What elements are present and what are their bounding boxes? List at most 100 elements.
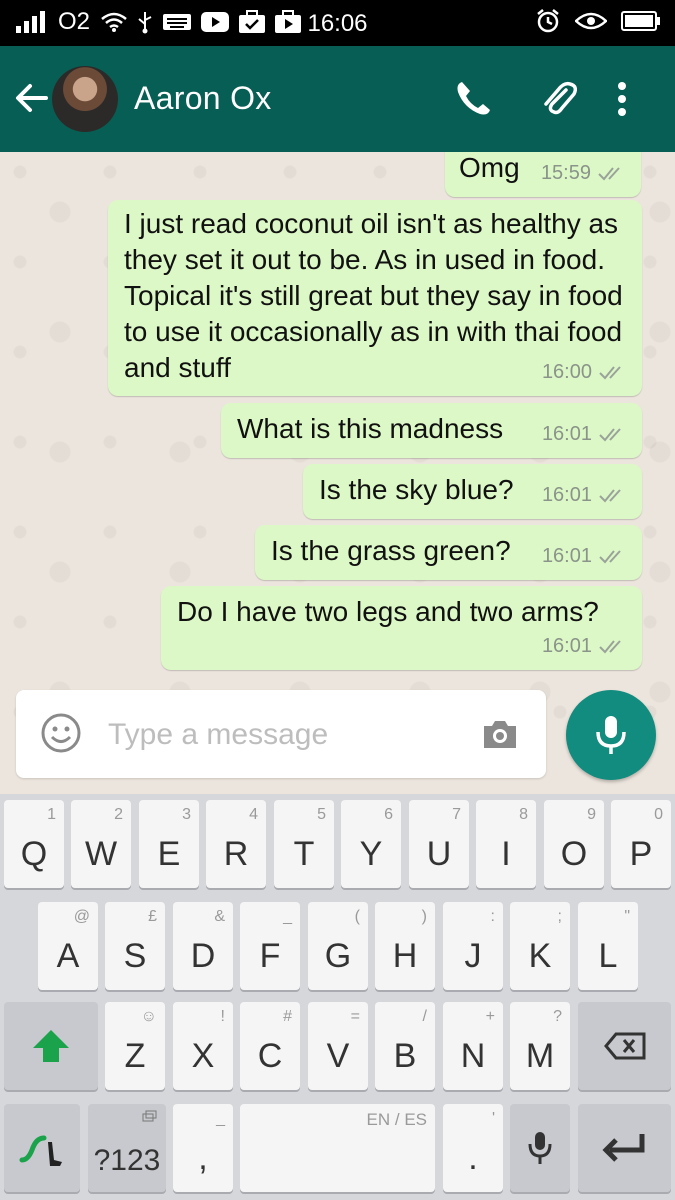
double-check-icon bbox=[599, 366, 621, 380]
message-meta: 16:01 bbox=[542, 416, 628, 452]
key-r[interactable]: 4R bbox=[206, 800, 266, 888]
key-sup: / bbox=[422, 1008, 427, 1025]
key-f[interactable]: _ F bbox=[240, 902, 300, 990]
battery-icon bbox=[621, 11, 660, 31]
key-label: , bbox=[198, 1139, 208, 1177]
message-text: Omg bbox=[459, 152, 520, 183]
key-label: D bbox=[190, 937, 216, 975]
key-v[interactable]: = V bbox=[308, 1002, 368, 1090]
key-sup: & bbox=[214, 908, 225, 925]
key-label: F bbox=[259, 937, 281, 975]
key-sup: 1 bbox=[47, 806, 56, 823]
key-label: L bbox=[598, 937, 618, 975]
key-l[interactable]: " L bbox=[578, 902, 638, 990]
backspace-key[interactable] bbox=[578, 1002, 671, 1090]
mic-icon bbox=[528, 1132, 552, 1164]
message-bubble[interactable]: What is this madness 16:01 bbox=[221, 403, 642, 458]
key-sup: 0 bbox=[654, 806, 663, 823]
period-key[interactable]: '. bbox=[443, 1104, 503, 1192]
double-check-icon bbox=[599, 489, 621, 503]
back-arrow-icon[interactable] bbox=[14, 80, 50, 116]
key-q[interactable]: 1Q bbox=[4, 800, 64, 888]
key-label: M bbox=[525, 1037, 555, 1075]
key-sup: " bbox=[624, 908, 630, 925]
key-label: J bbox=[464, 937, 482, 975]
double-check-icon bbox=[599, 640, 621, 654]
swype-key[interactable] bbox=[4, 1104, 80, 1192]
contact-name[interactable]: Aaron Ox bbox=[134, 80, 272, 117]
double-check-icon bbox=[599, 550, 621, 564]
key-g[interactable]: (G bbox=[308, 902, 368, 990]
keyboard: 1Q 2W 3E 4R 5T 6Y 7U 8I 9O 0P @ A £ S & D _… bbox=[0, 794, 675, 1200]
key-sup: 4 bbox=[249, 806, 258, 823]
mic-button[interactable] bbox=[566, 690, 656, 780]
key-sup: ? bbox=[553, 1008, 562, 1025]
key-t[interactable]: 5T bbox=[274, 800, 334, 888]
key-label: Y bbox=[359, 835, 383, 873]
attach-icon[interactable] bbox=[538, 78, 580, 120]
message-time: 15:59 bbox=[540, 162, 591, 184]
message-time: 16:01 bbox=[541, 484, 592, 506]
key-e[interactable]: 3E bbox=[139, 800, 199, 888]
key-z[interactable]: ☺ Z bbox=[105, 1002, 165, 1090]
key-a[interactable]: @ A bbox=[38, 902, 98, 990]
message-meta: 16:00 bbox=[542, 354, 628, 390]
message-text: What is this madness bbox=[237, 413, 504, 444]
key-u[interactable]: 7U bbox=[409, 800, 469, 888]
key-label: R bbox=[223, 835, 249, 873]
key-sup: 9 bbox=[587, 806, 596, 823]
message-bubble[interactable]: Is the grass green? 16:01 bbox=[255, 525, 642, 580]
symbols-key[interactable]: ?123 bbox=[88, 1104, 166, 1192]
double-check-icon bbox=[599, 428, 621, 442]
message-bubble[interactable]: Omg 15:59 bbox=[445, 152, 641, 197]
key-d[interactable]: & D bbox=[173, 902, 233, 990]
more-vert-icon[interactable] bbox=[612, 78, 632, 120]
enter-key[interactable] bbox=[578, 1104, 671, 1192]
camera-icon[interactable] bbox=[480, 716, 520, 752]
key-label: G bbox=[324, 937, 352, 975]
key-label: ?123 bbox=[93, 1144, 161, 1177]
key-i[interactable]: 8I bbox=[476, 800, 536, 888]
key-m[interactable]: ? M bbox=[510, 1002, 570, 1090]
shift-key[interactable] bbox=[4, 1002, 98, 1090]
key-sup: @ bbox=[73, 908, 90, 925]
key-label: K bbox=[528, 937, 552, 975]
message-time: 16:01 bbox=[541, 545, 592, 567]
key-h[interactable]: ) H bbox=[375, 902, 435, 990]
comma-key[interactable]: _, bbox=[173, 1104, 233, 1192]
voice-key[interactable] bbox=[510, 1104, 570, 1192]
key-s[interactable]: £ S bbox=[105, 902, 165, 990]
message-bubble[interactable]: Do I have two legs and two arms? 16:01 bbox=[161, 586, 642, 670]
key-w[interactable]: 2W bbox=[71, 800, 131, 888]
key-label: T bbox=[293, 835, 315, 873]
mic-icon bbox=[596, 716, 626, 754]
phone-icon[interactable] bbox=[452, 78, 494, 120]
message-text: Is the grass green? bbox=[271, 535, 511, 566]
emoji-icon[interactable] bbox=[40, 712, 82, 754]
key-c[interactable]: # C bbox=[240, 1002, 300, 1090]
key-sup: 8 bbox=[519, 806, 528, 823]
alarm-icon bbox=[537, 9, 559, 33]
key-y[interactable]: 6Y bbox=[341, 800, 401, 888]
key-n[interactable]: + N bbox=[443, 1002, 503, 1090]
space-key[interactable]: EN / ES bbox=[240, 1104, 435, 1192]
key-sup: : bbox=[490, 908, 495, 925]
layers-icon bbox=[142, 1110, 157, 1122]
message-input[interactable] bbox=[106, 714, 470, 756]
key-label: E bbox=[157, 835, 181, 873]
message-bubble[interactable]: Is the sky blue? 16:01 bbox=[303, 464, 642, 519]
key-sup: ☺ bbox=[140, 1008, 157, 1025]
message-meta: 16:01 bbox=[542, 538, 628, 574]
key-x[interactable]: ! X bbox=[173, 1002, 233, 1090]
key-label: Q bbox=[20, 835, 48, 873]
message-bubble[interactable]: I just read coconut oil isn't as healthy… bbox=[108, 200, 642, 396]
key-sup: = bbox=[350, 1008, 360, 1025]
key-j[interactable]: :J bbox=[443, 902, 503, 990]
avatar[interactable] bbox=[52, 66, 118, 132]
swype-icon bbox=[19, 1135, 62, 1166]
key-b[interactable]: / B bbox=[375, 1002, 435, 1090]
key-k[interactable]: ; K bbox=[510, 902, 570, 990]
key-p[interactable]: 0P bbox=[611, 800, 671, 888]
key-o[interactable]: 9O bbox=[544, 800, 604, 888]
enter-icon bbox=[602, 1134, 645, 1162]
